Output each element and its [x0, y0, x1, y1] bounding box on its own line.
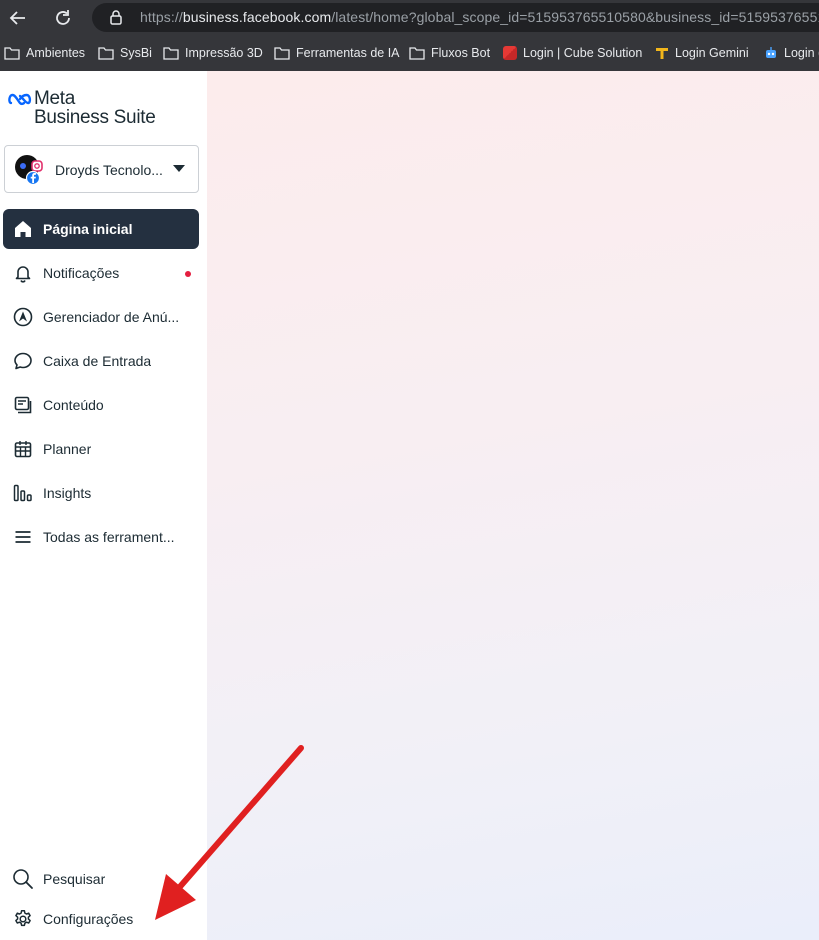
nav-item-home[interactable]: Página inicial — [3, 209, 199, 249]
bookmark-label: Login | Cube Solution — [523, 46, 643, 60]
back-button[interactable] — [6, 6, 30, 30]
bookmark-login-gemini[interactable]: Login Gemini — [655, 43, 749, 63]
nav-item-label: Pesquisar — [43, 871, 106, 887]
address-bar[interactable]: https://business.facebook.com/latest/hom… — [92, 3, 819, 32]
bookmark-cube-solution[interactable]: Login | Cube Solution — [503, 43, 642, 63]
bookmark-label: Login ( — [784, 46, 819, 60]
nav-item-label: Configurações — [43, 911, 134, 927]
lock-icon — [110, 10, 122, 25]
home-icon — [12, 218, 34, 240]
address-row: https://business.facebook.com/latest/hom… — [0, 0, 819, 35]
bookmark-ferramentas-ia[interactable]: Ferramentas de IA — [274, 43, 400, 63]
account-switcher[interactable]: Droyds Tecnolo... — [4, 145, 199, 193]
nav-item-label: Gerenciador de Anú... — [43, 309, 180, 325]
gear-icon — [12, 908, 34, 930]
nav-item-inbox[interactable]: Caixa de Entrada — [3, 341, 199, 381]
bookmark-label: SysBi — [120, 46, 152, 60]
caret-down-icon — [173, 165, 185, 172]
notification-badge — [185, 271, 191, 277]
calendar-icon — [12, 438, 34, 460]
nav-item-label: Planner — [43, 441, 92, 457]
folder-icon — [274, 47, 290, 60]
chat-bubble-icon — [12, 350, 34, 372]
ads-manager-icon — [12, 306, 34, 328]
bookmark-label: Ambientes — [26, 46, 86, 60]
nav-item-settings[interactable]: Configurações — [3, 899, 199, 939]
content-icon — [12, 394, 34, 416]
account-avatar — [15, 155, 43, 185]
t-favicon — [656, 48, 668, 59]
sidebar: Meta Business Suite Droyds Tecnolo... Pá… — [0, 71, 207, 940]
nav-item-label: Caixa de Entrada — [43, 353, 152, 369]
robot-favicon — [766, 47, 776, 58]
url-text: https://business.facebook.com/latest/hom… — [140, 9, 819, 25]
back-arrow-icon — [9, 11, 25, 25]
nav-item-notifications[interactable]: Notificações — [3, 253, 199, 293]
nav-item-planner[interactable]: Planner — [3, 429, 199, 469]
bookmark-label: Impressão 3D — [185, 46, 263, 60]
meta-infinity-icon — [8, 93, 32, 106]
logo-text-business-suite: Business Suite — [34, 107, 156, 128]
nav-item-label: Conteúdo — [43, 397, 104, 413]
bookmarks-bar: Ambientes SysBi Impressão 3D Ferramentas… — [0, 40, 819, 66]
search-icon — [12, 868, 34, 890]
reload-icon — [56, 10, 70, 25]
nav-item-label: Notificações — [43, 265, 120, 281]
nav-item-all-tools[interactable]: Todas as ferrament... — [3, 517, 199, 557]
bookmark-sysbi[interactable]: SysBi — [98, 43, 152, 63]
bookmark-label: Fluxos Bot — [431, 46, 491, 60]
nav-item-ads-manager[interactable]: Gerenciador de Anú... — [3, 297, 199, 337]
browser-chrome: https://business.facebook.com/latest/hom… — [0, 0, 819, 71]
nav-item-label: Todas as ferrament... — [43, 529, 175, 545]
folder-icon — [98, 47, 114, 60]
bar-chart-icon — [12, 482, 34, 504]
nav-item-label: Insights — [43, 485, 92, 501]
bookmark-impressao-3d[interactable]: Impressão 3D — [163, 43, 263, 63]
nav-item-search[interactable]: Pesquisar — [3, 859, 199, 899]
bell-icon — [12, 262, 34, 284]
folder-icon — [409, 47, 425, 60]
bookmark-login-robot[interactable]: Login ( — [764, 43, 819, 63]
account-name: Droyds Tecnolo... — [55, 162, 163, 178]
nav-item-label: Página inicial — [43, 221, 133, 237]
cube-favicon — [503, 46, 517, 60]
reload-button[interactable] — [51, 6, 75, 30]
main-content-area — [207, 71, 819, 940]
bookmark-label: Ferramentas de IA — [296, 46, 400, 60]
folder-icon — [4, 47, 20, 60]
bookmark-label: Login Gemini — [675, 46, 749, 60]
menu-icon — [12, 526, 34, 548]
bookmark-ambientes[interactable]: Ambientes — [4, 43, 85, 63]
bookmark-fluxos-bot[interactable]: Fluxos Bot — [409, 43, 490, 63]
folder-icon — [163, 47, 179, 60]
nav-item-content[interactable]: Conteúdo — [3, 385, 199, 425]
nav-item-insights[interactable]: Insights — [3, 473, 199, 513]
